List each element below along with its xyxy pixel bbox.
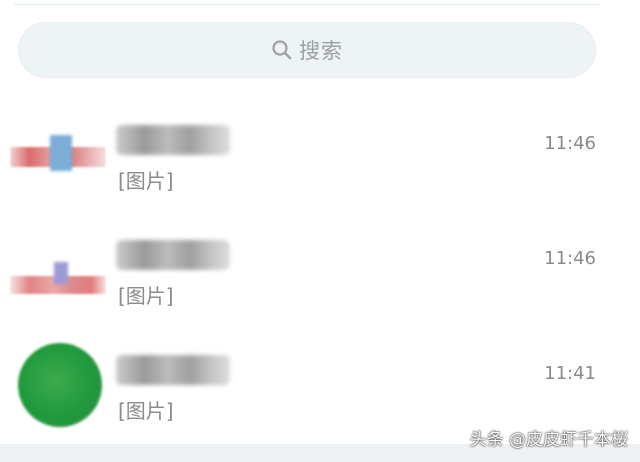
- message-time: 11:41: [544, 363, 596, 384]
- message-time: 11:46: [544, 133, 596, 154]
- contact-name-blurred: [116, 355, 230, 385]
- search-icon: [271, 39, 293, 61]
- search-bar[interactable]: 搜索: [18, 22, 596, 78]
- message-time: 11:46: [544, 248, 596, 269]
- avatar[interactable]: [10, 107, 106, 203]
- search-placeholder: 搜索: [299, 39, 343, 63]
- message-preview: [图片]: [118, 169, 174, 193]
- top-divider: [14, 4, 600, 5]
- message-preview: [图片]: [118, 399, 174, 423]
- contact-name-blurred: [116, 125, 230, 155]
- message-preview: [图片]: [118, 284, 174, 308]
- avatar[interactable]: [10, 337, 106, 433]
- chat-row[interactable]: [图片] 11:46: [0, 95, 600, 205]
- chat-row[interactable]: [图片] 11:41: [0, 325, 600, 435]
- watermark: 头条 @皮皮虾千本桜: [469, 430, 628, 450]
- avatar[interactable]: [10, 222, 106, 318]
- chat-row[interactable]: [图片] 11:46: [0, 210, 600, 320]
- contact-name-blurred: [116, 240, 230, 270]
